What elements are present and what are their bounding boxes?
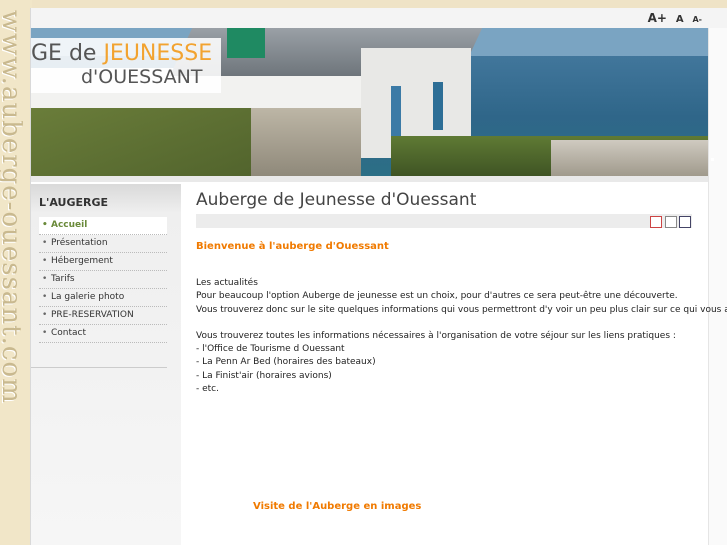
sidebar: L'AUGERGE Accueil Présentation Hébergeme… <box>31 184 181 545</box>
sidebar-heading: L'AUGERGE <box>39 196 109 209</box>
side-url-banner: www.auberge-ouessant.com <box>0 0 32 545</box>
paragraph-links: Vous trouverez toutes les informations n… <box>196 330 696 396</box>
site-title-line2: d'OUESSANT <box>81 66 203 88</box>
top-bar: A+ A A- <box>31 8 727 29</box>
right-rail <box>708 28 727 545</box>
paragraph-news: Les actualités Pour beaucoup l'option Au… <box>196 278 727 315</box>
pdf-icon[interactable] <box>650 216 662 228</box>
font-reset-button[interactable]: A <box>676 14 684 25</box>
link-finistair[interactable]: - La Finist'air (horaires avions) <box>196 370 696 383</box>
sidebar-item-hebergement[interactable]: Hébergement <box>39 253 167 271</box>
link-office-tourisme[interactable]: - l'Office de Tourisme d Ouessant <box>196 343 696 356</box>
article-body: Les actualités Pour beaucoup l'option Au… <box>196 277 727 409</box>
page-title: Auberge de Jeunesse d'Ouessant <box>196 190 477 210</box>
sidebar-menu: Accueil Présentation Hébergement Tarifs … <box>39 217 167 343</box>
header-banner: GE de JEUNESSE d'OUESSANT <box>31 28 708 176</box>
sidebar-item-pre-reservation[interactable]: PRE-RESERVATION <box>39 307 167 325</box>
sidebar-item-tarifs[interactable]: Tarifs <box>39 271 167 289</box>
gallery-link[interactable]: Visite de l'Auberge en images <box>253 501 421 512</box>
link-penn-ar-bed[interactable]: - La Penn Ar Bed (horaires des bateaux) <box>196 356 696 369</box>
site-logo-title[interactable]: GE de JEUNESSE d'OUESSANT <box>31 38 221 93</box>
font-size-controls: A+ A A- <box>642 11 702 25</box>
sidebar-item-galerie[interactable]: La galerie photo <box>39 289 167 307</box>
site-title-line1: GE de JEUNESSE <box>31 41 213 66</box>
sidebar-item-accueil[interactable]: Accueil <box>39 217 167 235</box>
main-content: Auberge de Jeunesse d'Ouessant Bienvenue… <box>196 184 727 545</box>
sidebar-item-presentation[interactable]: Présentation <box>39 235 167 253</box>
sidebar-item-contact[interactable]: Contact <box>39 325 167 343</box>
sidebar-divider <box>31 367 167 368</box>
article-toolbar <box>196 214 692 228</box>
font-increase-button[interactable]: A+ <box>648 11 667 25</box>
page-container: A+ A A- GE de JEUNESSE d'OUESSANT L'AUGE… <box>30 8 727 545</box>
print-icon[interactable] <box>665 216 677 228</box>
site-url-text: www.auberge-ouessant.com <box>0 10 26 404</box>
font-decrease-button[interactable]: A- <box>692 15 702 24</box>
email-icon[interactable] <box>679 216 691 228</box>
welcome-heading: Bienvenue à l'auberge d'Ouessant <box>196 241 389 252</box>
